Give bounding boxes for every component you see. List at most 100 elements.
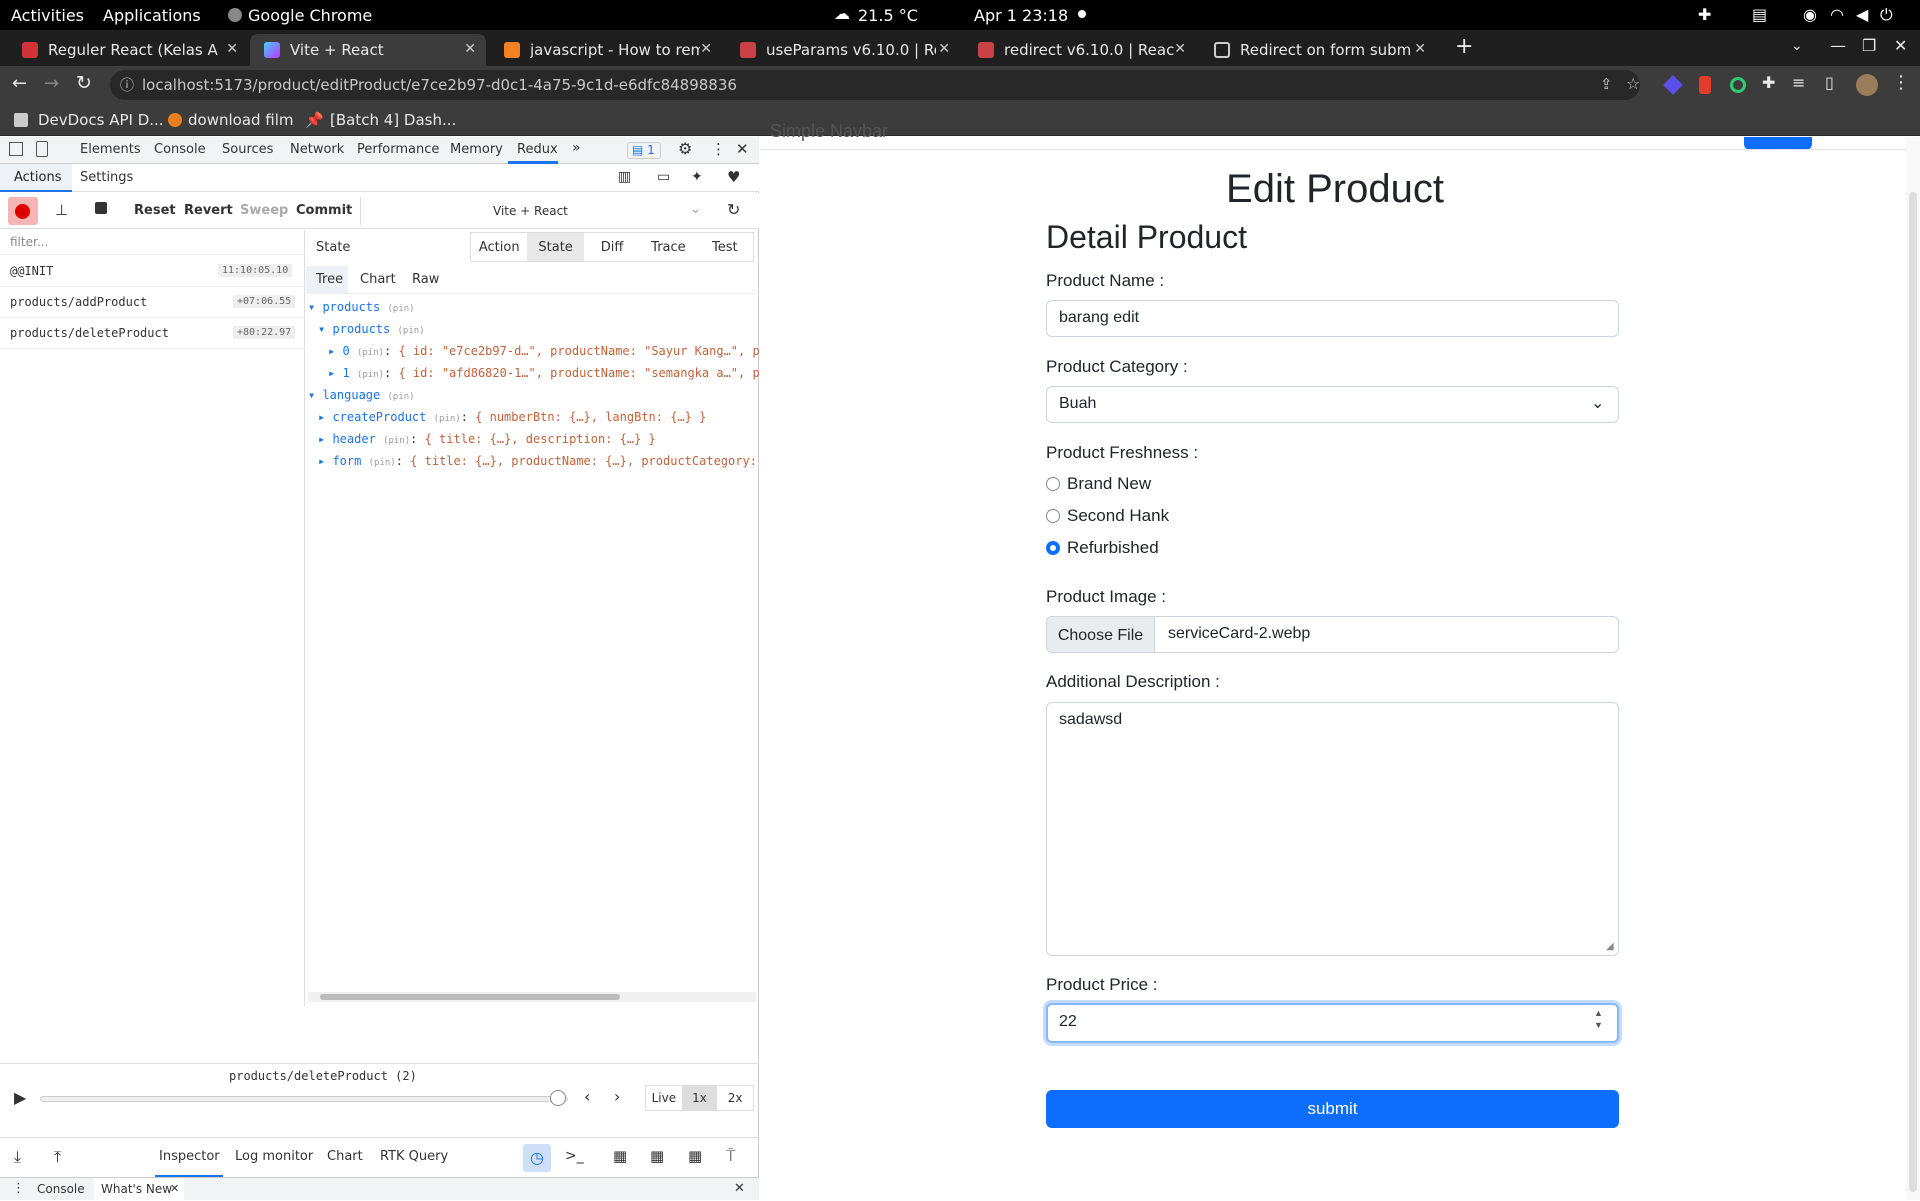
drawer-tab-console[interactable]: Console [37,1182,85,1196]
bookmark-star-icon[interactable]: ☆ [1626,74,1640,93]
radio-second-hank[interactable] [1046,509,1060,523]
tab-redux[interactable]: Redux [517,142,558,157]
new-tab-icon[interactable]: + [1455,34,1473,59]
close-icon[interactable]: ✕ [1174,41,1186,57]
settings-gear-icon[interactable]: ⚙ [678,139,692,158]
clipboard-icon[interactable]: ▤ [1752,5,1767,24]
media-icon[interactable]: ≡ [1792,73,1805,92]
tab-log-monitor[interactable]: Log monitor [235,1149,313,1164]
slider-thumb[interactable] [550,1090,566,1106]
close-icon[interactable]: ✕ [226,41,238,57]
side-panel-icon[interactable]: ▯ [1825,73,1834,92]
share-icon[interactable]: ⇪ [1600,75,1613,93]
pin-icon[interactable]: ⊥ [55,201,68,219]
avatar[interactable] [1856,74,1878,96]
tree-node[interactable]: ▾ language (pin) [308,388,415,402]
issues-badge[interactable]: ▤ 1 [627,142,661,159]
tab-action[interactable]: Action [471,233,527,261]
network-icon[interactable]: ◉ [1803,5,1817,24]
app-name[interactable]: Google Chrome [248,6,372,25]
inspect-element-icon[interactable] [9,142,23,156]
lock-icon[interactable] [95,202,107,214]
tree-node[interactable]: ▾ products (pin) [318,322,425,336]
tab-reguler-react[interactable]: Reguler React (Kelas A, B, ✕ [8,34,248,66]
step-back-icon[interactable]: ‹ [584,1087,590,1106]
tab-chart[interactable]: Chart [360,272,396,287]
puzzle-icon[interactable]: ✚ [1762,73,1775,92]
terminal-icon[interactable]: >_ [565,1148,584,1164]
number-spinner-icon[interactable]: ▲ ▼ [1594,1007,1603,1031]
bookmark-devdocs[interactable]: DevDocs API D... [38,111,164,129]
bookmark-batch4[interactable]: [Batch 4] Dash... [330,111,456,129]
play-icon[interactable]: ▶ [14,1088,26,1107]
tab-redirect-form[interactable]: Redirect on form submit u ✕ [1200,34,1436,66]
radio-refurbished-label[interactable]: Refurbished [1067,538,1159,558]
choose-file-button[interactable]: Choose File [1047,617,1155,652]
product-category-select[interactable]: Buah ⌄ [1046,386,1619,423]
wifi-icon[interactable]: ◠ [1830,5,1844,24]
url-text[interactable]: localhost:5173/product/editProduct/e7ce2… [142,76,737,94]
drawer-menu-icon[interactable]: ⋮ [12,1181,25,1196]
close-icon[interactable]: ✕ [938,41,950,57]
docs-icon[interactable]: ▥ [618,169,631,185]
radio-second-hank-label[interactable]: Second Hank [1067,506,1169,526]
scrollbar-thumb[interactable] [320,994,620,1000]
tab-test[interactable]: Test [697,233,753,261]
resize-handle-icon[interactable]: ◢ [1606,941,1614,952]
radio-refurbished[interactable] [1046,541,1060,555]
tab-inspector[interactable]: Inspector [159,1149,220,1164]
tree-node[interactable]: ▾ products (pin) [308,300,415,314]
tab-chart[interactable]: Chart [327,1149,363,1164]
scrollbar-thumb[interactable] [1909,192,1917,1192]
filter-input[interactable]: filter... [0,230,305,255]
maximize-icon[interactable]: ❐ [1862,36,1876,55]
drawer-tab-whats-new[interactable]: What's New [101,1182,172,1196]
info-icon[interactable]: ⓘ [120,75,134,95]
tab-rtk-query[interactable]: RTK Query [380,1149,448,1164]
tree-node[interactable]: ▸ 0 (pin): { id: "e7ce2b97-d…", productN… [328,344,759,358]
additional-description-textarea[interactable]: sadawsd ◢ [1046,702,1619,956]
export-icon[interactable]: ⤒ [54,1147,61,1167]
tab-console[interactable]: Console [154,142,206,157]
product-image-input[interactable]: Choose File serviceCard-2.webp [1046,616,1619,653]
activities-button[interactable]: Activities [11,6,84,25]
step-forward-icon[interactable]: › [614,1087,620,1106]
timer-icon[interactable]: ◷ [523,1144,551,1172]
extension-icon[interactable] [1730,77,1746,93]
tree-node[interactable]: ▸ createProduct (pin): { numberBtn: {…},… [318,410,706,424]
extension-icon[interactable] [1699,76,1711,94]
tab-performance[interactable]: Performance [357,142,439,157]
extension-icon[interactable] [1663,75,1683,95]
reload-icon[interactable]: ↻ [76,72,92,94]
tree-node[interactable]: ▸ header (pin): { title: {…}, descriptio… [318,432,656,446]
applications-menu[interactable]: Applications [103,6,201,25]
submit-button[interactable]: submit [1046,1090,1619,1128]
tab-vite-react[interactable]: Vite + React ✕ [250,34,486,66]
close-icon[interactable]: ✕ [464,41,476,57]
tab-sources[interactable]: Sources [222,142,273,157]
close-devtools-icon[interactable]: ✕ [736,140,749,158]
radio-brand-new[interactable] [1046,477,1060,491]
tab-state[interactable]: State [527,233,584,261]
close-icon[interactable]: ✕ [170,1182,179,1195]
list-item[interactable]: @@INIT 11:10:05.10 [0,256,305,287]
tab-stackoverflow[interactable]: javascript - How to remov ✕ [490,34,722,66]
horizontal-scrollbar[interactable] [308,992,756,1002]
volume-icon[interactable]: ◀ [1856,5,1868,24]
list-item[interactable]: products/deleteProduct +80:22.97 [0,318,305,349]
speed-live[interactable]: Live [646,1086,682,1110]
tab-useparams[interactable]: useParams v6.10.0 | React ✕ [726,34,960,66]
product-price-input[interactable]: 22 ▲ ▼ [1046,1003,1619,1043]
commit-button[interactable]: Commit [296,203,352,218]
tab-raw[interactable]: Raw [412,272,439,287]
product-name-input[interactable]: barang edit [1046,300,1619,337]
layout-left-icon[interactable]: ▦ [613,1147,627,1165]
import-icon[interactable]: ⤓ [14,1147,21,1167]
close-drawer-icon[interactable]: ✕ [734,1181,745,1196]
tab-search-icon[interactable]: ⌄ [1791,38,1803,54]
radio-brand-new-label[interactable]: Brand New [1067,474,1151,494]
close-icon[interactable]: ✕ [1414,41,1426,57]
reset-button[interactable]: Reset [134,203,176,218]
close-icon[interactable]: ✕ [700,41,712,57]
tab-settings[interactable]: Settings [80,170,133,185]
